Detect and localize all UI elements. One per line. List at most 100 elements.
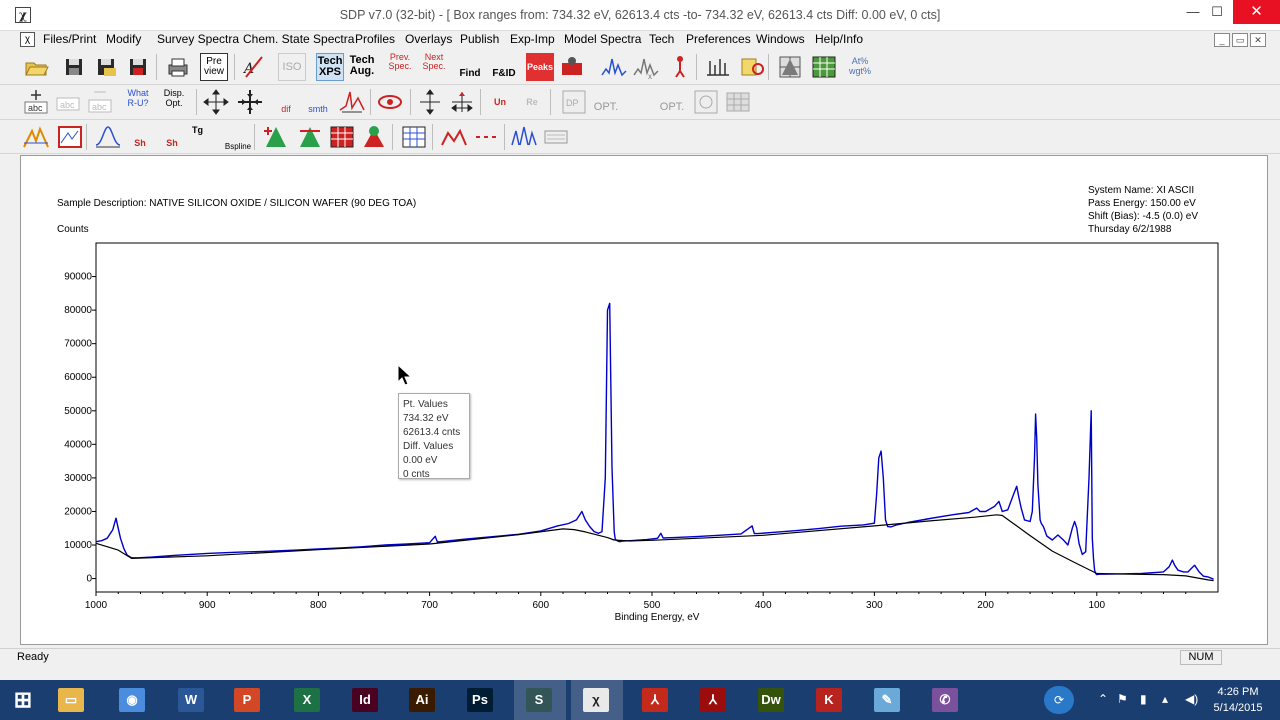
menu-tech[interactable]: Tech — [649, 32, 674, 46]
tech-xps-button[interactable]: Tech XPS — [316, 53, 344, 81]
plot-options-icon[interactable]: DP — [560, 88, 588, 116]
iso-button[interactable]: ISO — [278, 53, 306, 81]
mdi-close-button[interactable]: ✕ — [1250, 33, 1266, 47]
add-label-icon[interactable]: abc — [22, 88, 50, 116]
taskbar-dreamweaver-icon[interactable]: Dw — [746, 680, 798, 720]
print-icon[interactable] — [164, 53, 192, 81]
menu-publish[interactable]: Publish — [460, 32, 499, 46]
flag-icon[interactable]: ⚑ — [1117, 692, 1128, 706]
differentiate-button[interactable]: dif — [272, 88, 300, 116]
taskbar-powerpoint-icon[interactable]: P — [222, 680, 274, 720]
volume-icon[interactable]: ◀) — [1185, 692, 1198, 706]
battery-icon[interactable]: ▮ — [1140, 692, 1147, 706]
menu-survey-spectra[interactable]: Survey Spectra — [157, 32, 239, 46]
options-2d-button[interactable]: OPT. — [592, 88, 620, 116]
residual-icon[interactable] — [472, 123, 500, 151]
undo-button[interactable]: Un — [486, 88, 514, 116]
maximize-button[interactable]: ☐ — [1200, 0, 1234, 24]
smooth-button[interactable]: smth — [304, 88, 332, 116]
report-grid-icon[interactable] — [400, 123, 428, 151]
mdi-minimize-button[interactable]: _ — [1214, 33, 1230, 47]
display-options-button[interactable]: Disp. Opt. — [160, 88, 188, 116]
menu-help-info[interactable]: Help/Info — [815, 32, 863, 46]
eye-icon[interactable] — [376, 88, 404, 116]
taskbar-file-explorer-icon[interactable]: ▭ — [46, 680, 98, 720]
expand-xy-icon[interactable] — [202, 88, 230, 116]
taskbar-acrobat-icon[interactable]: ⅄ — [630, 680, 682, 720]
find-button[interactable]: Find — [456, 53, 484, 81]
label-edit-icon[interactable] — [738, 53, 766, 81]
peak-fill-icon[interactable] — [558, 53, 586, 81]
signal-icon[interactable]: ▴ — [1162, 692, 1168, 706]
table-grid-icon[interactable] — [810, 53, 838, 81]
system-clock[interactable]: 4:26 PM 5/14/2015 — [1208, 684, 1268, 716]
next-spec-button[interactable]: Next Spec. — [420, 53, 448, 81]
tech-aug-button[interactable]: Tech Aug. — [348, 53, 376, 81]
peak-model-icon[interactable] — [22, 123, 50, 151]
peak-report-icon[interactable] — [360, 123, 388, 151]
taskbar-viber-icon[interactable]: ✆ — [920, 680, 972, 720]
taskbar-illustrator-icon[interactable]: Ai — [397, 680, 449, 720]
menu-chem-state-spectra[interactable]: Chem. State Spectra — [243, 32, 354, 46]
save-as-icon[interactable] — [92, 53, 120, 81]
shift-horizontal-icon[interactable] — [448, 88, 476, 116]
mdi-restore-button[interactable]: ▭ — [1232, 33, 1248, 47]
shift-vertical-icon[interactable] — [416, 88, 444, 116]
network-app-icon[interactable]: ⟳ — [1044, 686, 1074, 714]
taskbar-windows-start-icon[interactable]: ⊞ — [0, 680, 52, 720]
add-peak-icon[interactable] — [262, 123, 290, 151]
atwt-button[interactable]: At% wgt% — [846, 53, 874, 81]
redo-button[interactable]: Re — [518, 88, 546, 116]
find-id-button[interactable]: F&ID — [490, 53, 518, 81]
spectrum-compare-icon[interactable]: x — [632, 53, 660, 81]
bg-subtract-icon[interactable] — [338, 88, 366, 116]
save-red-icon[interactable] — [124, 53, 152, 81]
spectrum-overlay-icon[interactable] — [600, 53, 628, 81]
tougaard-bg-button[interactable]: Tg — [192, 123, 220, 151]
close-button[interactable]: ✕ — [1233, 0, 1280, 24]
tray-expand-icon[interactable]: ⌃ — [1098, 692, 1108, 706]
delete-label-icon[interactable]: abc — [86, 88, 114, 116]
spectrum-window[interactable]: Sample Description: NATIVE SILICON OXIDE… — [20, 155, 1268, 645]
menu-model-spectra[interactable]: Model Spectra — [564, 32, 641, 46]
fit-peak-icon[interactable] — [296, 123, 324, 151]
options-3d-button[interactable]: OPT. — [658, 88, 686, 116]
dp-table-icon[interactable] — [724, 88, 752, 116]
menu-files-print[interactable]: Files/Print — [43, 32, 96, 46]
markers-icon[interactable] — [704, 53, 732, 81]
taskbar-sdp-s-icon[interactable]: S — [514, 680, 566, 720]
edit-label-icon[interactable]: abc — [54, 88, 82, 116]
taskbar-notes-icon[interactable]: ✎ — [862, 680, 914, 720]
multiplet-icon[interactable] — [510, 123, 538, 151]
keyboard-icon[interactable] — [542, 123, 570, 151]
linear-bg-icon[interactable] — [94, 123, 122, 151]
menu-windows[interactable]: Windows — [756, 32, 805, 46]
dp-view-icon[interactable] — [692, 88, 720, 116]
bspline-bg-button[interactable]: Bspline — [224, 123, 252, 151]
depth-profile-icon[interactable] — [776, 53, 804, 81]
peak-table-icon[interactable] — [328, 123, 356, 151]
taskbar-sdp-chi-icon[interactable]: χ — [571, 680, 623, 720]
taskbar-acrobat-pro-icon[interactable]: ⅄ — [688, 680, 740, 720]
menu-profiles[interactable]: Profiles — [355, 32, 395, 46]
envelope-icon[interactable] — [440, 123, 468, 151]
peak-window-icon[interactable] — [56, 123, 84, 151]
shrink-xy-icon[interactable] — [236, 88, 264, 116]
menu-preferences[interactable]: Preferences — [686, 32, 751, 46]
peaks-button[interactable]: Peaks — [526, 53, 554, 81]
taskbar-chrome-icon[interactable]: ◉ — [107, 680, 159, 720]
menu-modify[interactable]: Modify — [106, 32, 141, 46]
shirley-bg-button[interactable]: Sh — [126, 123, 154, 151]
save-disk-icon[interactable] — [60, 53, 88, 81]
person-icon[interactable] — [666, 53, 694, 81]
spectrum-plot[interactable]: 0100002000030000400005000060000700008000… — [21, 156, 1267, 644]
taskbar-kaspersky-icon[interactable]: K — [804, 680, 856, 720]
taskbar-indesign-icon[interactable]: Id — [340, 680, 392, 720]
menu-overlays[interactable]: Overlays — [405, 32, 452, 46]
spell-check-icon[interactable]: A — [240, 53, 268, 81]
taskbar-excel-icon[interactable]: X — [282, 680, 334, 720]
prev-spec-button[interactable]: Prev. Spec. — [386, 53, 414, 81]
taskbar-word-icon[interactable]: W — [166, 680, 218, 720]
what-are-you-button[interactable]: What R-U? — [124, 88, 152, 116]
document-icon[interactable]: χ — [20, 32, 35, 47]
